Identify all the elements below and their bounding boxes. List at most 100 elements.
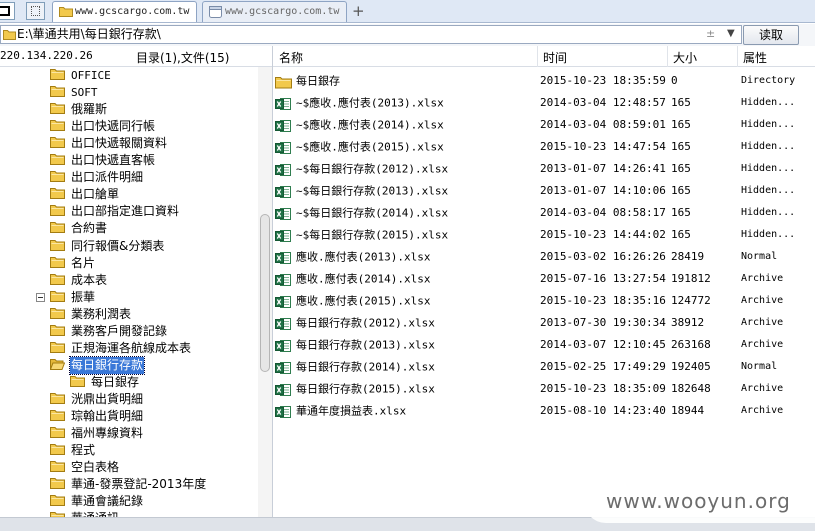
tree-item[interactable]: 福州專線資料 [50,425,144,442]
tree-scrollbar[interactable] [258,67,272,517]
file-row[interactable]: 應收.應付表(2013).xlsx 2015-03-02 16:26:26 2841… [273,246,815,268]
column-size[interactable]: 大小 [673,49,697,66]
tree-item[interactable]: 琮翰出貨明細 [50,408,144,425]
tree-item[interactable]: 華通會議紀錄 [50,493,144,510]
excel-icon [275,273,291,286]
column-name[interactable]: 名称 [279,49,303,66]
tree-item[interactable]: 華通通訊 [50,510,120,517]
file-name-cell: ~$每日銀行存款(2012).xlsx [275,158,537,181]
file-row[interactable]: 每日銀行存款(2012).xlsx 2013-07-30 19:30:34 3891… [273,312,815,334]
new-tab-button[interactable]: + [352,1,365,21]
tree-item[interactable]: SOFT [50,84,99,101]
file-name-cell: 每日銀行存款(2014).xlsx [275,356,537,379]
tree-item[interactable]: 成本表 [50,272,108,289]
file-attr: Archive [741,317,784,328]
selection-tool-button[interactable] [26,2,45,20]
file-attr: Hidden... [741,229,796,240]
tree-item[interactable]: 出口部指定進口資料 [50,203,180,220]
file-row[interactable]: 每日銀行存款(2013).xlsx 2014-03-07 12:10:45 2631… [273,334,815,356]
tree-item[interactable]: 出口快遞同行帳 [50,118,156,135]
file-row[interactable]: ~$應收.應付表(2015).xlsx 2015-10-23 14:47:54 16… [273,136,815,158]
file-name-cell: ~$應收.應付表(2013).xlsx [275,92,537,115]
tree-item[interactable]: 空白表格 [50,459,120,476]
file-name-cell: 應收.應付表(2014).xlsx [275,268,537,291]
folder-icon [50,120,65,131]
tree-item[interactable]: 正規海運各航線成本表 [50,340,192,357]
tree-item[interactable]: 俄羅斯 [50,101,108,118]
folder-icon [50,188,65,199]
file-row[interactable]: ~$每日銀行存款(2014).xlsx 2014-03-04 08:58:17 16… [273,202,815,224]
file-name-cell: 每日銀存 [275,70,537,93]
file-name-cell: ~$每日銀行存款(2015).xlsx [275,224,537,247]
tree-item[interactable]: 同行報價&分類表 [50,238,165,255]
read-button[interactable]: 读取 [743,25,799,45]
column-divider[interactable] [537,46,538,67]
path-input[interactable]: E:\華通共用\每日銀行存款\ [0,25,742,44]
tree-item[interactable]: 業務客戶開發記錄 [50,323,168,340]
excel-icon [275,361,291,374]
file-name: 應收.應付表(2013).xlsx [296,250,431,264]
tree-item[interactable]: 洸鼎出貨明細 [50,391,144,408]
tree-collapse-toggle[interactable] [36,293,45,302]
file-row[interactable]: ~$每日銀行存款(2012).xlsx 2013-01-07 14:26:41 16… [273,158,815,180]
tree-item-label: 華通通訊 [70,510,120,517]
file-row[interactable]: ~$應收.應付表(2014).xlsx 2014-03-04 08:59:01 16… [273,114,815,136]
file-row[interactable]: 每日銀存 2015-10-23 18:35:59 0 Directory [273,70,815,92]
tree-item[interactable]: 程式 [50,442,96,459]
tree-item-label: 琮翰出貨明細 [71,409,144,423]
folder-icon [50,427,65,438]
folder-icon [50,222,65,233]
file-time: 2015-08-10 14:23:40 [540,404,666,417]
tree-item[interactable]: 出口派件明細 [50,169,144,186]
window-menu-icon [0,6,10,16]
file-attr: Archive [741,383,784,394]
excel-icon [275,163,291,176]
file-name: ~$每日銀行存款(2015).xlsx [296,228,449,242]
file-name-cell: 應收.應付表(2013).xlsx [275,246,537,269]
column-time[interactable]: 时间 [543,49,567,66]
file-name: 華通年度損益表.xlsx [296,404,407,418]
file-size: 192405 [671,360,711,373]
chevron-down-icon[interactable]: ▼ [727,25,735,42]
file-size: 165 [671,140,691,153]
file-row[interactable]: 每日銀行存款(2014).xlsx 2015-02-25 17:49:29 1924… [273,356,815,378]
tab-site-active[interactable]: www.gcscargo.com.tw [52,1,197,22]
tree-item[interactable]: 出口快遞直客帳 [50,152,156,169]
scrollbar-thumb[interactable] [260,214,270,372]
file-list-header: 名称 时间 大小 属性 [273,46,815,67]
tree-item[interactable]: 合約書 [50,220,108,237]
tree-item-label: 空白表格 [71,460,120,474]
file-size: 165 [671,96,691,109]
tab-site-inactive[interactable]: www.gcscargo.com.tw [202,1,347,22]
file-name: ~$每日銀行存款(2013).xlsx [296,184,449,198]
tree-item[interactable]: 華通-發票登記-2013年度 [50,476,207,493]
file-name: 每日銀行存款(2014).xlsx [296,360,435,374]
column-divider[interactable] [737,46,738,67]
column-attr[interactable]: 属性 [743,49,767,66]
file-row[interactable]: 應收.應付表(2015).xlsx 2015-10-23 18:35:16 1247… [273,290,815,312]
file-name: ~$應收.應付表(2013).xlsx [296,96,444,110]
file-name: 每日銀行存款(2015).xlsx [296,382,435,396]
file-row[interactable]: ~$每日銀行存款(2015).xlsx 2015-10-23 14:44:02 16… [273,224,815,246]
file-row[interactable]: 應收.應付表(2014).xlsx 2015-07-16 13:27:54 1918… [273,268,815,290]
excel-icon [275,229,291,242]
tree-item[interactable]: 振華 [50,289,96,306]
column-divider[interactable] [667,46,668,67]
tree-item-selected[interactable]: 每日銀行存款 [50,356,146,375]
file-row[interactable]: ~$應收.應付表(2013).xlsx 2014-03-04 12:48:57 16… [273,92,815,114]
file-name-cell: ~$每日銀行存款(2013).xlsx [275,180,537,203]
window-menu-button[interactable] [0,2,15,20]
file-row[interactable]: ~$每日銀行存款(2013).xlsx 2013-01-07 14:10:06 16… [273,180,815,202]
tree-item[interactable]: 每日銀存 [70,374,140,391]
file-time: 2015-10-23 18:35:16 [540,294,666,307]
pin-toggle[interactable]: ± [706,25,715,42]
tree-item[interactable]: OFFICE [50,67,112,84]
file-size: 165 [671,228,691,241]
tree-item[interactable]: 出口艙單 [50,186,120,203]
tree-item[interactable]: 業務利潤表 [50,306,132,323]
tree-item[interactable]: 名片 [50,255,96,272]
excel-icon [275,339,291,352]
file-row[interactable]: 華通年度損益表.xlsx 2015-08-10 14:23:40 18944 Arch… [273,400,815,422]
file-row[interactable]: 每日銀行存款(2015).xlsx 2015-10-23 18:35:09 1826… [273,378,815,400]
tree-item[interactable]: 出口快遞報關資料 [50,135,168,152]
